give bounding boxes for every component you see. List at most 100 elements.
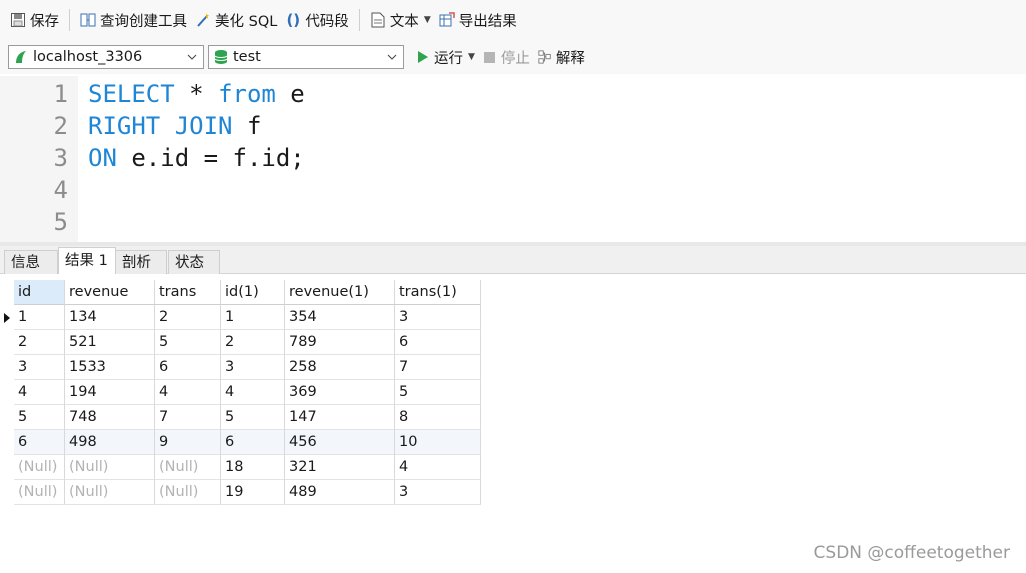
table-cell[interactable]: 456 — [285, 430, 395, 455]
column-header[interactable]: trans — [155, 280, 221, 305]
column-header[interactable]: revenue(1) — [285, 280, 395, 305]
table-cell[interactable]: 498 — [65, 430, 155, 455]
table-cell[interactable]: 789 — [285, 330, 395, 355]
table-cell[interactable]: (Null) — [65, 455, 155, 480]
table-cell[interactable]: 748 — [65, 405, 155, 430]
code-snippet-button[interactable]: () 代码段 — [281, 6, 353, 34]
table-cell[interactable]: 2 — [155, 305, 221, 330]
sql-editor[interactable]: 1 SELECT * from e 2 RIGHT JOIN f 3 ON e.id = … — [0, 76, 1026, 242]
table-cell[interactable]: 258 — [285, 355, 395, 380]
table-cell[interactable]: 4 — [14, 380, 65, 405]
table-cell[interactable]: 369 — [285, 380, 395, 405]
table-row[interactable]: 6 498 9 6 456 10 — [0, 430, 481, 455]
table-row[interactable]: 5 748 7 5 147 8 — [0, 405, 481, 430]
magic-wand-icon — [195, 12, 211, 28]
table-cell[interactable]: 354 — [285, 305, 395, 330]
table-cell[interactable]: 1 — [221, 305, 285, 330]
table-cell[interactable]: 1533 — [65, 355, 155, 380]
sql-token: f — [232, 112, 262, 140]
database-select[interactable]: test — [208, 45, 404, 69]
table-cell[interactable]: 194 — [65, 380, 155, 405]
text-button[interactable]: 文本 ▼ — [366, 6, 435, 34]
table-cell[interactable]: 9 — [155, 430, 221, 455]
table-cell[interactable]: 321 — [285, 455, 395, 480]
tab-result-1[interactable]: 结果 1 — [58, 247, 116, 274]
table-cell[interactable]: 4 — [221, 380, 285, 405]
line-number: 4 — [53, 176, 68, 204]
query-builder-label: 查询创建工具 — [100, 13, 187, 30]
chevron-down-icon — [185, 54, 199, 60]
save-icon — [10, 12, 26, 28]
table-row[interactable]: 2 521 5 2 789 6 — [0, 330, 481, 355]
table-header-row: id revenue trans id(1) revenue(1) trans(1) — [0, 280, 481, 305]
server-select[interactable]: localhost_3306 — [8, 45, 204, 69]
column-header[interactable]: trans(1) — [395, 280, 481, 305]
table-cell[interactable]: 521 — [65, 330, 155, 355]
table-cell[interactable]: 7 — [395, 355, 481, 380]
table-cell[interactable]: 2 — [14, 330, 65, 355]
toolbar-separator — [69, 9, 70, 31]
table-cell[interactable]: 19 — [221, 480, 285, 505]
export-icon — [439, 12, 455, 28]
table-cell[interactable]: (Null) — [65, 480, 155, 505]
table-cell[interactable]: 6 — [221, 430, 285, 455]
table-row[interactable]: 1 134 2 1 354 3 — [0, 305, 481, 330]
table-cell[interactable]: 147 — [285, 405, 395, 430]
tab-label: 状态 — [175, 255, 204, 271]
code-text: RIGHT JOIN f — [88, 110, 261, 142]
column-header[interactable]: revenue — [65, 280, 155, 305]
table-cell[interactable]: 4 — [395, 455, 481, 480]
run-label: 运行 — [434, 50, 463, 67]
table-cell[interactable]: 7 — [155, 405, 221, 430]
text-label: 文本 — [389, 13, 419, 30]
table-cell[interactable]: 3 — [395, 305, 481, 330]
column-header[interactable]: id — [14, 280, 65, 305]
table-cell[interactable]: 6 — [155, 355, 221, 380]
save-button[interactable]: 保存 — [6, 6, 63, 34]
table-cell[interactable]: 5 — [14, 405, 65, 430]
table-cell[interactable]: 8 — [395, 405, 481, 430]
table-cell[interactable]: 10 — [395, 430, 481, 455]
table-cell[interactable]: (Null) — [14, 455, 65, 480]
query-window: 保存 查询创建工具 美化 SQL () 代码段 文本 ▼ 导出结果 localh… — [0, 0, 1026, 573]
table-cell[interactable]: (Null) — [155, 455, 221, 480]
line-number: 1 — [53, 80, 68, 108]
play-icon — [416, 50, 430, 64]
table-cell[interactable]: 489 — [285, 480, 395, 505]
table-cell[interactable]: 4 — [155, 380, 221, 405]
table-cell[interactable]: 6 — [395, 330, 481, 355]
table-row[interactable]: (Null) (Null) (Null) 19 489 3 — [0, 480, 481, 505]
table-cell[interactable]: 18 — [221, 455, 285, 480]
table-cell[interactable]: 3 — [14, 355, 65, 380]
table-cell[interactable]: 6 — [14, 430, 65, 455]
table-row[interactable]: (Null) (Null) (Null) 18 321 4 — [0, 455, 481, 480]
table-cell[interactable]: 134 — [65, 305, 155, 330]
tab-profile[interactable]: 剖析 — [115, 250, 167, 274]
tab-info[interactable]: 信息 — [4, 250, 58, 274]
watermark: CSDN @coffeetogether — [813, 543, 1010, 563]
run-button[interactable]: 运行 ▼ — [416, 47, 475, 68]
stop-button[interactable]: 停止 — [483, 47, 530, 68]
table-row[interactable]: 3 1533 6 3 258 7 — [0, 355, 481, 380]
table-cell[interactable]: 5 — [221, 405, 285, 430]
table-cell[interactable]: 5 — [395, 380, 481, 405]
line-number: 5 — [53, 208, 68, 236]
table-cell[interactable]: 3 — [221, 355, 285, 380]
table-cell[interactable]: 2 — [221, 330, 285, 355]
table-cell[interactable]: (Null) — [155, 480, 221, 505]
tab-status[interactable]: 状态 — [168, 250, 220, 274]
connection-icon — [13, 49, 29, 65]
column-header[interactable]: id(1) — [221, 280, 285, 305]
explain-icon — [538, 50, 552, 64]
table-cell[interactable]: (Null) — [14, 480, 65, 505]
beautify-sql-button[interactable]: 美化 SQL — [191, 6, 281, 34]
export-results-button[interactable]: 导出结果 — [435, 6, 521, 34]
table-cell[interactable]: 5 — [155, 330, 221, 355]
stop-label: 停止 — [500, 50, 530, 67]
query-builder-button[interactable]: 查询创建工具 — [76, 6, 191, 34]
connection-toolbar: localhost_3306 test 运行 ▼ 停止 解释 — [0, 40, 1026, 74]
table-cell[interactable]: 3 — [395, 480, 481, 505]
table-row[interactable]: 4 194 4 4 369 5 — [0, 380, 481, 405]
table-cell[interactable]: 1 — [14, 305, 65, 330]
explain-button[interactable]: 解释 — [538, 47, 585, 68]
